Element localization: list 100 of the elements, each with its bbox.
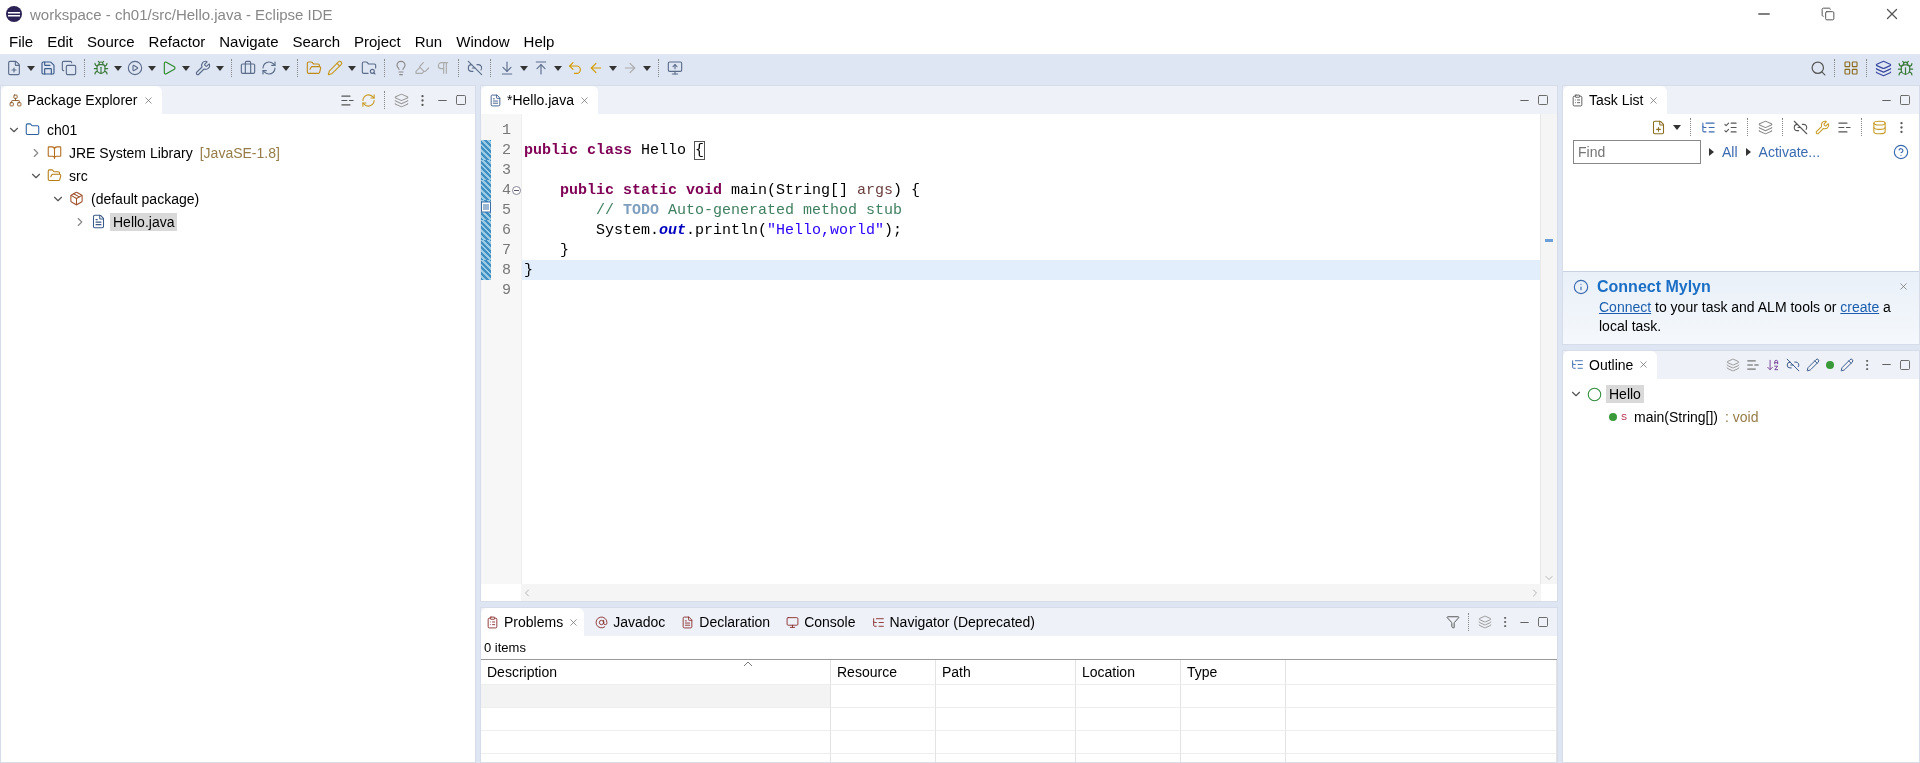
code-text: { bbox=[695, 141, 705, 159]
close-icon[interactable] bbox=[1898, 281, 1909, 293]
view-tab[interactable]: Outline bbox=[1563, 350, 1658, 379]
view-tab[interactable]: Navigator (Deprecated) bbox=[866, 608, 1040, 637]
refresh-icon[interactable] bbox=[261, 60, 277, 76]
focus-icon[interactable] bbox=[1758, 119, 1773, 135]
focus-icon[interactable] bbox=[1478, 615, 1492, 630]
tool-icon[interactable] bbox=[127, 60, 143, 76]
lightbulb-icon[interactable] bbox=[393, 60, 409, 76]
close-tab-icon[interactable] bbox=[1648, 94, 1660, 106]
menu-item[interactable]: Window bbox=[449, 32, 517, 50]
open-folder-icon[interactable] bbox=[306, 60, 322, 76]
class-icon bbox=[1587, 386, 1602, 402]
menu-item[interactable]: Run bbox=[407, 32, 450, 50]
view-title: Outline bbox=[1589, 356, 1634, 373]
debug-perspective-icon[interactable] bbox=[1897, 59, 1914, 77]
open-perspective-icon[interactable] bbox=[1843, 60, 1859, 76]
mylyn-link[interactable]: Connect bbox=[1599, 298, 1652, 315]
collapse-all-icon[interactable] bbox=[340, 92, 355, 108]
fold-icon[interactable] bbox=[512, 185, 521, 195]
menu-item[interactable]: Refactor bbox=[141, 32, 213, 50]
menu-item[interactable]: Source bbox=[80, 32, 142, 50]
scheduled-icon[interactable] bbox=[1723, 119, 1738, 135]
caret-icon[interactable] bbox=[520, 65, 528, 71]
menu-item[interactable]: Project bbox=[347, 32, 408, 50]
code-text: ) { bbox=[893, 181, 921, 199]
perspective-icon[interactable] bbox=[667, 60, 683, 76]
close-tab-icon[interactable] bbox=[142, 94, 154, 106]
close-tab-icon[interactable] bbox=[578, 94, 590, 106]
public-dot-icon[interactable] bbox=[1826, 360, 1834, 369]
save-all-icon[interactable] bbox=[61, 60, 77, 76]
maximize-icon[interactable] bbox=[1537, 94, 1549, 106]
editor-tab[interactable]: *Hello.java bbox=[481, 86, 598, 114]
tab-label: Navigator (Deprecated) bbox=[889, 614, 1035, 631]
view-tab[interactable]: Problems bbox=[481, 608, 585, 637]
collapse-all-icon[interactable] bbox=[1837, 119, 1852, 135]
view-tab[interactable]: Javadoc bbox=[590, 608, 671, 637]
caret-icon[interactable] bbox=[348, 65, 356, 71]
tree-item[interactable]: Hello.java bbox=[110, 212, 178, 231]
menu-item[interactable]: Edit bbox=[40, 32, 81, 50]
folder-search-icon[interactable] bbox=[361, 60, 377, 76]
menu-item[interactable]: Search bbox=[285, 32, 347, 50]
menu-item[interactable]: File bbox=[2, 32, 41, 50]
view-tab[interactable]: Declaration bbox=[676, 608, 776, 637]
view-tab[interactable]: Task List bbox=[1563, 86, 1668, 114]
search-icon[interactable] bbox=[1810, 59, 1827, 77]
restore-window-icon[interactable] bbox=[1821, 7, 1835, 21]
tree-item[interactable]: JRE System Library bbox=[66, 143, 196, 162]
tree-item[interactable]: Hello bbox=[1606, 385, 1644, 404]
new-task-icon[interactable] bbox=[1651, 119, 1666, 135]
view-title: Package Explorer bbox=[27, 92, 138, 108]
debug-bug-icon[interactable] bbox=[93, 60, 109, 76]
caret-icon[interactable] bbox=[643, 65, 651, 71]
caret-icon[interactable] bbox=[114, 65, 122, 71]
filter-icon[interactable] bbox=[1446, 615, 1460, 630]
tree-item[interactable]: src bbox=[66, 166, 91, 185]
tree-item[interactable]: (default package) bbox=[88, 189, 203, 208]
caret-icon[interactable] bbox=[27, 65, 35, 71]
maximize-icon[interactable] bbox=[455, 94, 467, 106]
play-icon[interactable] bbox=[161, 60, 177, 76]
tab-label: Declaration bbox=[699, 614, 771, 631]
unlink-icon[interactable] bbox=[467, 60, 483, 76]
focus-icon[interactable] bbox=[394, 92, 409, 108]
briefcase-icon[interactable] bbox=[240, 60, 256, 76]
filter-link[interactable]: All bbox=[1722, 144, 1738, 160]
view-tab[interactable]: Package Explorer bbox=[1, 86, 162, 114]
caret-icon[interactable] bbox=[1673, 124, 1681, 130]
maximize-icon[interactable] bbox=[1899, 94, 1911, 106]
mylyn-link[interactable]: create bbox=[1840, 298, 1880, 315]
code-text: args bbox=[857, 181, 894, 199]
sort-icon[interactable] bbox=[1766, 357, 1780, 372]
tree-item[interactable]: main(String[]) bbox=[1631, 408, 1722, 427]
focus-icon[interactable] bbox=[1726, 357, 1740, 372]
close-tab-icon[interactable] bbox=[1638, 359, 1650, 371]
menu-item[interactable]: Help bbox=[516, 32, 562, 50]
library-books-icon bbox=[47, 145, 62, 160]
caret-icon[interactable] bbox=[148, 65, 156, 71]
maximize-icon[interactable] bbox=[1537, 616, 1549, 629]
caret-icon[interactable] bbox=[182, 65, 190, 71]
view-tab[interactable]: Console bbox=[781, 608, 861, 637]
code-area[interactable]: public class Hello { public static void main(String[] args) { // TODO Auto-generated method stub System.out.println("Hello,world"); } } bbox=[522, 114, 1540, 585]
save-icon[interactable] bbox=[40, 60, 56, 76]
close-tab-icon[interactable] bbox=[568, 616, 580, 628]
find-field[interactable]: Find bbox=[1573, 140, 1701, 164]
caret-icon[interactable] bbox=[282, 65, 290, 71]
new-file-icon[interactable] bbox=[6, 60, 22, 76]
vertical-scrollbar[interactable] bbox=[1540, 114, 1557, 585]
menu-item[interactable]: Navigate bbox=[212, 32, 286, 50]
categorized-icon[interactable] bbox=[1701, 119, 1716, 135]
filter-link[interactable]: Activate... bbox=[1758, 144, 1821, 160]
code-text: TODO bbox=[623, 201, 660, 219]
wrench-icon[interactable] bbox=[195, 60, 211, 76]
help-icon[interactable] bbox=[1893, 144, 1909, 160]
caret-icon[interactable] bbox=[554, 65, 562, 71]
triangle-icon bbox=[1709, 148, 1714, 156]
caret-icon[interactable] bbox=[609, 65, 617, 71]
tree-item[interactable]: ch01 bbox=[44, 120, 81, 139]
maximize-icon[interactable] bbox=[1899, 358, 1911, 371]
caret-icon[interactable] bbox=[216, 65, 224, 71]
problems-icon bbox=[486, 615, 499, 629]
